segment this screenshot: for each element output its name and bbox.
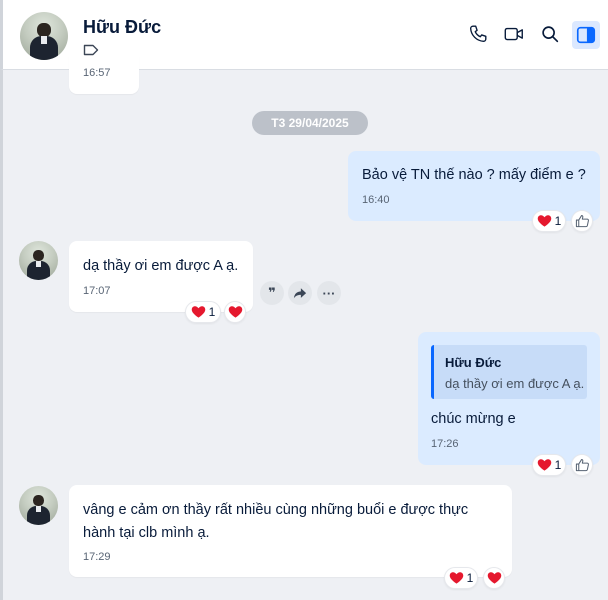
message-time: 17:07 <box>83 285 111 297</box>
message-time: 16:40 <box>362 194 390 206</box>
heart-icon <box>191 306 205 318</box>
reaction-summary[interactable]: 1 <box>532 454 566 476</box>
panel-toggle-icon <box>576 26 596 44</box>
react-button[interactable] <box>571 210 593 232</box>
sender-avatar[interactable] <box>19 241 58 280</box>
more-options-button[interactable]: ··· <box>317 281 341 305</box>
quoted-text: dạ thầy ơi em được A ạ. <box>445 376 585 391</box>
react-button[interactable] <box>483 567 505 589</box>
quote-reply-button[interactable]: ❞ <box>260 281 284 305</box>
call-button[interactable] <box>466 22 490 46</box>
more-icon: ··· <box>322 285 336 301</box>
tag-icon[interactable] <box>83 44 99 56</box>
incoming-message-bubble[interactable]: vâng e cảm ơn thầy rất nhiều cùng những … <box>69 485 512 577</box>
message-text-line-2: hành tại clb mình ạ. <box>83 525 210 541</box>
search-icon <box>542 26 559 43</box>
message-time: 17:29 <box>83 551 111 563</box>
forward-icon <box>293 287 307 298</box>
react-button[interactable] <box>571 454 593 476</box>
reaction-count: 1 <box>208 305 216 319</box>
react-button[interactable] <box>224 301 246 323</box>
thumbs-up-icon <box>575 459 589 472</box>
phone-icon <box>469 25 487 43</box>
reaction-summary[interactable]: 1 <box>532 210 566 232</box>
message-text-line-1: vâng e cảm ơn thầy rất nhiều cùng những … <box>83 502 469 518</box>
outgoing-message-bubble[interactable]: Bảo vệ TN thế nào ? mấy điểm e ? 16:40 <box>348 151 600 221</box>
heart-icon <box>487 572 501 584</box>
heart-icon <box>449 572 463 584</box>
conversation-info-toggle[interactable] <box>572 21 600 49</box>
heart-icon <box>537 215 551 227</box>
quoted-sender: Hữu Đức <box>445 355 502 370</box>
previous-message-bubble[interactable]: 16:57 <box>69 56 139 94</box>
thumbs-up-icon <box>575 215 589 228</box>
contact-name[interactable]: Hữu Đức <box>83 17 161 38</box>
message-time: 17:26 <box>431 438 459 450</box>
reaction-summary[interactable]: 1 <box>185 301 221 323</box>
video-call-button[interactable] <box>502 22 526 46</box>
message-text: Bảo vệ TN thế nào ? mấy điểm e ? <box>362 167 586 183</box>
message-text: dạ thầy ơi em được A ạ. <box>83 258 239 274</box>
reaction-summary[interactable]: 1 <box>444 567 478 589</box>
quote-icon: ❞ <box>268 285 276 300</box>
heart-icon <box>537 459 551 471</box>
reaction-count: 1 <box>554 458 562 472</box>
search-button[interactable] <box>538 22 562 46</box>
quoted-message[interactable]: Hữu Đức dạ thầy ơi em được A ạ. <box>431 345 587 399</box>
window-edge <box>0 70 3 600</box>
heart-icon <box>228 306 242 318</box>
reaction-count: 1 <box>466 571 474 585</box>
reaction-count: 1 <box>554 214 562 228</box>
forward-button[interactable] <box>288 281 312 305</box>
sender-avatar[interactable] <box>19 486 58 525</box>
message-time: 16:57 <box>83 67 111 79</box>
video-icon <box>504 27 523 41</box>
contact-avatar[interactable] <box>20 12 68 60</box>
incoming-message-bubble[interactable]: dạ thầy ơi em được A ạ. 17:07 <box>69 241 253 312</box>
message-text: chúc mừng e <box>431 411 516 427</box>
date-divider: T3 29/04/2025 <box>252 111 368 135</box>
